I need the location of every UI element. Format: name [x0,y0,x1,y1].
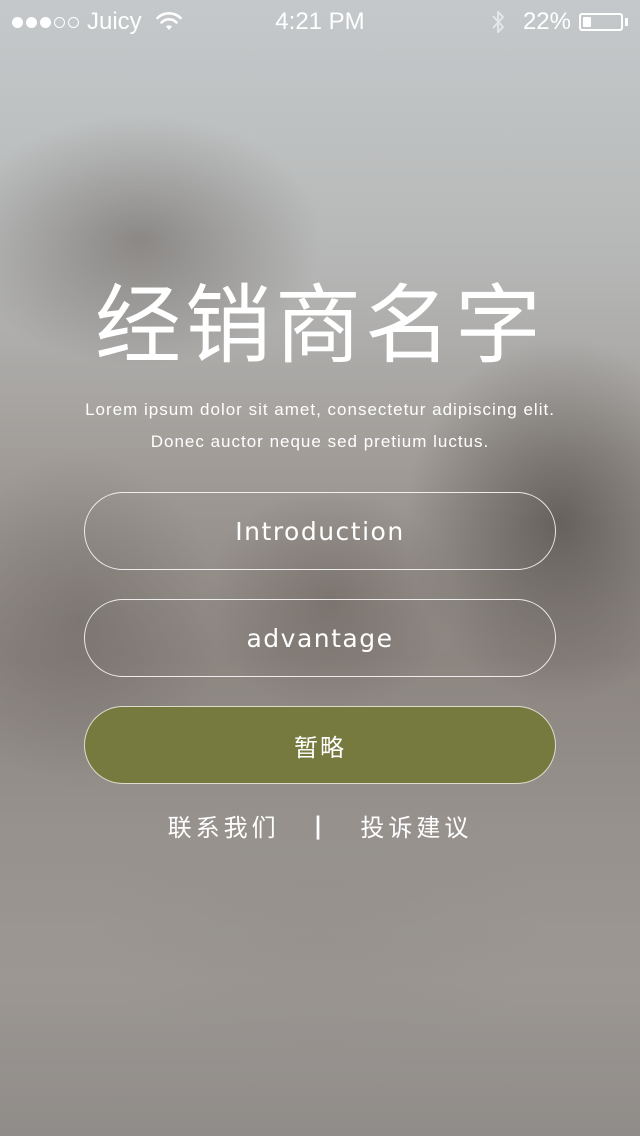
dealer-name-title: 经销商名字 [95,276,545,376]
contact-us-link[interactable]: 联系我们 [168,808,280,843]
link-separator: | [313,811,327,840]
battery-percentage: 22% [522,8,571,35]
battery-nub [625,18,628,26]
browse-button[interactable]: 暂略 [84,706,556,784]
complaint-link[interactable]: 投诉建议 [360,808,472,843]
introduction-button[interactable]: Introduction [84,492,556,570]
bottom-links: 联系我们 | 投诉建议 [0,808,640,843]
battery-fill [583,17,591,27]
bluetooth-icon [492,11,504,33]
battery-icon [579,13,623,31]
status-right: 22% [491,8,628,36]
subtitle-line-2: Donec auctor neque sed pretium luctus. [150,432,490,451]
status-bar: Juicy 4:21 PM 22% [0,0,640,44]
advantage-button[interactable]: advantage [84,599,556,677]
subtitle-line-1: Lorem ipsum dolor sit amet, consectetur … [85,400,555,419]
screen: Juicy 4:21 PM 22% 经销商名字 Lorem ipsum dolo… [0,0,640,1136]
